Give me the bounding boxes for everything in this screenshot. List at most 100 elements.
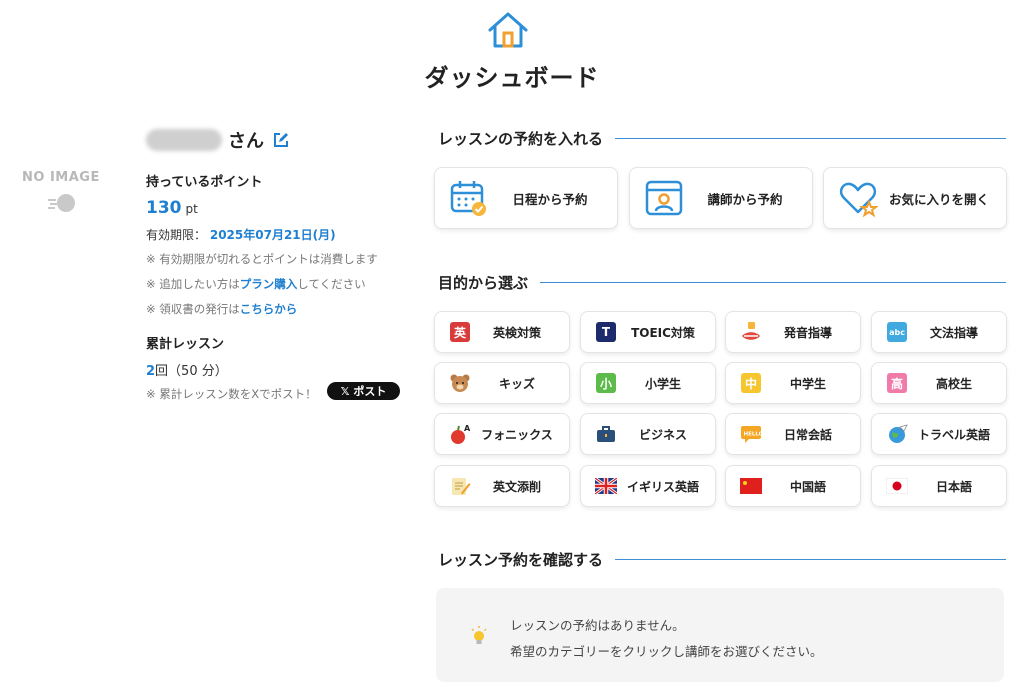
- svg-text:HELLO: HELLO: [744, 432, 763, 438]
- purpose-elementary[interactable]: 小 小学生: [580, 362, 716, 404]
- teacher-icon: [645, 180, 683, 216]
- purpose-essay-correction[interactable]: 英文添削: [434, 465, 570, 507]
- purpose-junior-high[interactable]: 中 中学生: [725, 362, 861, 404]
- points-label: 持っているポイント: [146, 175, 263, 190]
- points-unit: pt: [185, 202, 198, 216]
- no-reservation-message: レッスンの予約はありません。 希望のカテゴリーをクリックし講師をお選びください。: [436, 588, 1004, 682]
- purpose-label: 日本語: [935, 479, 972, 494]
- note-text: ※ 領収書の発行は: [146, 302, 240, 316]
- purpose-label: 高校生: [935, 376, 972, 391]
- username-row: さん: [146, 127, 290, 153]
- lightbulb-icon: [471, 626, 487, 644]
- bear-icon: [449, 372, 471, 394]
- purpose-label: イギリス英語: [626, 479, 699, 494]
- purpose-business[interactable]: ビジネス: [580, 413, 716, 455]
- uk-flag-icon: [595, 475, 617, 497]
- reserve-by-teacher-button[interactable]: 講師から予約: [629, 167, 813, 229]
- divider: [615, 559, 1006, 560]
- purpose-heading: 目的から選ぶ: [438, 272, 1006, 293]
- name-suffix: さん: [228, 131, 264, 152]
- lessons-count-value: 2: [146, 364, 156, 379]
- briefcase-icon: [595, 423, 617, 445]
- purpose-british-english[interactable]: イギリス英語: [580, 465, 716, 507]
- purpose-label: 小学生: [644, 376, 681, 391]
- points-value: 130: [146, 198, 182, 218]
- high-school-icon: 高: [886, 372, 908, 394]
- purpose-japanese[interactable]: 日本語: [871, 465, 1007, 507]
- purpose-high-school[interactable]: 高 高校生: [871, 362, 1007, 404]
- note-text: してください: [297, 277, 366, 291]
- section-title: 目的から選ぶ: [438, 274, 529, 292]
- lessons-count-rest: 回（50 分）: [155, 364, 228, 379]
- section-title: レッスンの予約を入れる: [438, 130, 604, 148]
- purpose-eiken[interactable]: 英 英検対策: [434, 311, 570, 353]
- purpose-grammar[interactable]: abc 文法指導: [871, 311, 1007, 353]
- avatar: NO IMAGE: [22, 170, 112, 230]
- junior-high-icon: 中: [740, 372, 762, 394]
- home-icon: [488, 12, 528, 48]
- phonics-apple-icon: A: [449, 423, 471, 445]
- note-text: ※ 追加したい方は: [146, 277, 240, 291]
- lessons-label: 累計レッスン: [146, 337, 225, 352]
- share-note: ※ 累計レッスン数をXでポスト！: [146, 387, 317, 401]
- card-label: お気に入りを開く: [888, 191, 989, 207]
- x-post-button[interactable]: 𝕏 ポスト: [327, 382, 400, 400]
- grammar-icon: abc: [886, 321, 908, 343]
- purpose-pronunciation[interactable]: 発音指導: [725, 311, 861, 353]
- reserve-by-schedule-button[interactable]: 日程から予約: [434, 167, 618, 229]
- elementary-icon: 小: [595, 372, 617, 394]
- purpose-label: トラベル英語: [917, 427, 990, 442]
- svg-text:A: A: [464, 424, 471, 433]
- writing-pad-icon: [449, 475, 471, 497]
- purpose-label: フォニックス: [481, 427, 553, 442]
- points-display: 130 pt: [146, 198, 198, 218]
- username-blurred: [146, 129, 222, 151]
- expiry-date: 2025年07月21日(月): [209, 228, 336, 242]
- purpose-label: TOEIC対策: [631, 325, 695, 340]
- globe-plane-icon: [886, 423, 908, 445]
- confirm-heading: レッスン予約を確認する: [438, 549, 1006, 570]
- divider: [615, 138, 1006, 139]
- lessons-count: 2回（50 分）: [146, 360, 228, 379]
- purpose-label: キッズ: [498, 376, 535, 391]
- calendar-icon: [450, 181, 486, 216]
- pronunciation-icon: [740, 321, 762, 343]
- divider: [540, 282, 1006, 283]
- hello-bubble-icon: HELLO: [740, 423, 762, 445]
- section-title: レッスン予約を確認する: [438, 551, 604, 569]
- china-flag-icon: [740, 475, 762, 497]
- note-receipt: ※ 領収書の発行はこちらから: [146, 301, 297, 317]
- purpose-daily-conversation[interactable]: HELLO 日常会話: [725, 413, 861, 455]
- card-label: 講師から予約: [707, 191, 783, 207]
- note-plan: ※ 追加したい方はプラン購入してください: [146, 276, 366, 292]
- page-title: ダッシュボード: [424, 64, 600, 92]
- purpose-label: 英検対策: [492, 325, 541, 340]
- expiry-row: 有効期限： 2025年07月21日(月): [146, 226, 336, 243]
- toeic-icon: T: [595, 321, 617, 343]
- no-image-icon: [48, 194, 75, 212]
- purpose-label: 日常会話: [783, 427, 832, 442]
- plan-purchase-link[interactable]: プラン購入: [240, 277, 298, 291]
- purpose-label: 中学生: [789, 376, 826, 391]
- purpose-chinese[interactable]: 中国語: [725, 465, 861, 507]
- expiry-label: 有効期限：: [146, 228, 207, 242]
- purpose-phonics[interactable]: A フォニックス: [434, 413, 570, 455]
- note-expiry: ※ 有効期限が切れるとポイントは消費します: [146, 251, 378, 267]
- card-label: 日程から予約: [512, 191, 588, 207]
- reserve-heading: レッスンの予約を入れる: [438, 128, 1006, 149]
- receipt-link[interactable]: こちらから: [240, 302, 298, 316]
- purpose-label: ビジネス: [638, 427, 687, 442]
- message-line-1: レッスンの予約はありません。: [510, 618, 685, 633]
- edit-icon[interactable]: [272, 131, 290, 149]
- japan-flag-icon: [886, 475, 908, 497]
- purpose-kids[interactable]: キッズ: [434, 362, 570, 404]
- note-text: ※ 有効期限が切れるとポイントは消費します: [146, 252, 378, 266]
- avatar-placeholder-text: NO IMAGE: [22, 170, 100, 185]
- purpose-label: 文法指導: [929, 325, 978, 340]
- purpose-toeic[interactable]: T TOEIC対策: [580, 311, 716, 353]
- purpose-travel[interactable]: トラベル英語: [871, 413, 1007, 455]
- eiken-icon: 英: [449, 321, 471, 343]
- purpose-label: 中国語: [789, 479, 826, 494]
- purpose-label: 発音指導: [783, 325, 832, 340]
- open-favorites-button[interactable]: お気に入りを開く: [823, 167, 1007, 229]
